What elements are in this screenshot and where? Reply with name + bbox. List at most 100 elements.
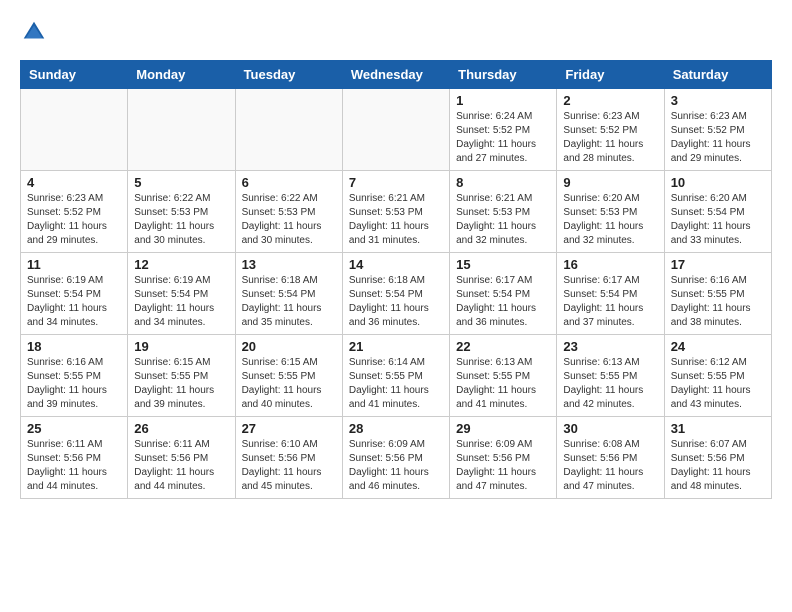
cell-info: Sunrise: 6:09 AM Sunset: 5:56 PM Dayligh… bbox=[456, 438, 550, 494]
calendar-cell: 12 Sunrise: 6:19 AM Sunset: 5:54 PM Dayli… bbox=[128, 253, 235, 335]
calendar-week-3: 18 Sunrise: 6:16 AM Sunset: 5:55 PM Dayli… bbox=[21, 335, 772, 417]
cell-info: Sunrise: 6:16 AM Sunset: 5:55 PM Dayligh… bbox=[27, 356, 121, 412]
calendar: SundayMondayTuesdayWednesdayThursdayFrid… bbox=[20, 60, 772, 499]
cell-info: Sunrise: 6:23 AM Sunset: 5:52 PM Dayligh… bbox=[671, 110, 765, 166]
day-number: 8 bbox=[456, 175, 550, 190]
cell-info: Sunrise: 6:20 AM Sunset: 5:53 PM Dayligh… bbox=[563, 192, 657, 248]
cell-info: Sunrise: 6:17 AM Sunset: 5:54 PM Dayligh… bbox=[456, 274, 550, 330]
calendar-body: 1Sunrise: 6:24 AM Sunset: 5:52 PM Daylig… bbox=[21, 89, 772, 499]
calendar-cell: 30 Sunrise: 6:08 AM Sunset: 5:56 PM Dayli… bbox=[557, 417, 664, 499]
calendar-cell: 17 Sunrise: 6:16 AM Sunset: 5:55 PM Dayli… bbox=[664, 253, 771, 335]
calendar-cell: 16 Sunrise: 6:17 AM Sunset: 5:54 PM Dayli… bbox=[557, 253, 664, 335]
cell-info: Sunrise: 6:20 AM Sunset: 5:54 PM Dayligh… bbox=[671, 192, 765, 248]
calendar-cell: 9 Sunrise: 6:20 AM Sunset: 5:53 PM Daylig… bbox=[557, 171, 664, 253]
day-number: 29 bbox=[456, 421, 550, 436]
calendar-cell: 18 Sunrise: 6:16 AM Sunset: 5:55 PM Dayli… bbox=[21, 335, 128, 417]
day-number: 20 bbox=[242, 339, 336, 354]
cell-info: Sunrise: 6:17 AM Sunset: 5:54 PM Dayligh… bbox=[563, 274, 657, 330]
cell-info: Sunrise: 6:13 AM Sunset: 5:55 PM Dayligh… bbox=[456, 356, 550, 412]
cell-info: Sunrise: 6:15 AM Sunset: 5:55 PM Dayligh… bbox=[134, 356, 228, 412]
weekday-header-saturday: Saturday bbox=[664, 61, 771, 89]
day-number: 6 bbox=[242, 175, 336, 190]
day-number: 9 bbox=[563, 175, 657, 190]
day-number: 25 bbox=[27, 421, 121, 436]
cell-info: Sunrise: 6:09 AM Sunset: 5:56 PM Dayligh… bbox=[349, 438, 443, 494]
calendar-cell: 31 Sunrise: 6:07 AM Sunset: 5:56 PM Dayli… bbox=[664, 417, 771, 499]
weekday-header-thursday: Thursday bbox=[450, 61, 557, 89]
cell-info: Sunrise: 6:22 AM Sunset: 5:53 PM Dayligh… bbox=[134, 192, 228, 248]
calendar-cell: 4 Sunrise: 6:23 AM Sunset: 5:52 PM Daylig… bbox=[21, 171, 128, 253]
weekday-header-wednesday: Wednesday bbox=[342, 61, 449, 89]
calendar-week-1: 4 Sunrise: 6:23 AM Sunset: 5:52 PM Daylig… bbox=[21, 171, 772, 253]
calendar-cell: 2 Sunrise: 6:23 AM Sunset: 5:52 PM Daylig… bbox=[557, 89, 664, 171]
cell-info: Sunrise: 6:15 AM Sunset: 5:55 PM Dayligh… bbox=[242, 356, 336, 412]
logo bbox=[20, 18, 52, 46]
calendar-cell: 14 Sunrise: 6:18 AM Sunset: 5:54 PM Dayli… bbox=[342, 253, 449, 335]
calendar-cell: 15 Sunrise: 6:17 AM Sunset: 5:54 PM Dayli… bbox=[450, 253, 557, 335]
day-number: 30 bbox=[563, 421, 657, 436]
day-number: 26 bbox=[134, 421, 228, 436]
day-number: 18 bbox=[27, 339, 121, 354]
day-number: 3 bbox=[671, 93, 765, 108]
day-number: 22 bbox=[456, 339, 550, 354]
calendar-cell: 11 Sunrise: 6:19 AM Sunset: 5:54 PM Dayli… bbox=[21, 253, 128, 335]
cell-info: Sunrise: 6:07 AM Sunset: 5:56 PM Dayligh… bbox=[671, 438, 765, 494]
weekday-row: SundayMondayTuesdayWednesdayThursdayFrid… bbox=[21, 61, 772, 89]
day-number: 17 bbox=[671, 257, 765, 272]
cell-info: Sunrise: 6:19 AM Sunset: 5:54 PM Dayligh… bbox=[134, 274, 228, 330]
cell-info: Sunrise: 6:13 AM Sunset: 5:55 PM Dayligh… bbox=[563, 356, 657, 412]
page: SundayMondayTuesdayWednesdayThursdayFrid… bbox=[0, 0, 792, 509]
calendar-cell: 22 Sunrise: 6:13 AM Sunset: 5:55 PM Dayli… bbox=[450, 335, 557, 417]
calendar-cell: 24Sunrise: 6:12 AM Sunset: 5:55 PM Dayli… bbox=[664, 335, 771, 417]
weekday-header-monday: Monday bbox=[128, 61, 235, 89]
calendar-cell bbox=[128, 89, 235, 171]
calendar-cell: 26 Sunrise: 6:11 AM Sunset: 5:56 PM Dayli… bbox=[128, 417, 235, 499]
header bbox=[20, 18, 772, 46]
cell-info: Sunrise: 6:21 AM Sunset: 5:53 PM Dayligh… bbox=[456, 192, 550, 248]
calendar-header: SundayMondayTuesdayWednesdayThursdayFrid… bbox=[21, 61, 772, 89]
calendar-cell: 1Sunrise: 6:24 AM Sunset: 5:52 PM Daylig… bbox=[450, 89, 557, 171]
cell-info: Sunrise: 6:16 AM Sunset: 5:55 PM Dayligh… bbox=[671, 274, 765, 330]
day-number: 2 bbox=[563, 93, 657, 108]
weekday-header-tuesday: Tuesday bbox=[235, 61, 342, 89]
day-number: 11 bbox=[27, 257, 121, 272]
calendar-cell: 3 Sunrise: 6:23 AM Sunset: 5:52 PM Daylig… bbox=[664, 89, 771, 171]
day-number: 14 bbox=[349, 257, 443, 272]
day-number: 12 bbox=[134, 257, 228, 272]
day-number: 15 bbox=[456, 257, 550, 272]
calendar-cell: 28Sunrise: 6:09 AM Sunset: 5:56 PM Dayli… bbox=[342, 417, 449, 499]
cell-info: Sunrise: 6:11 AM Sunset: 5:56 PM Dayligh… bbox=[134, 438, 228, 494]
cell-info: Sunrise: 6:08 AM Sunset: 5:56 PM Dayligh… bbox=[563, 438, 657, 494]
cell-info: Sunrise: 6:22 AM Sunset: 5:53 PM Dayligh… bbox=[242, 192, 336, 248]
calendar-cell: 27Sunrise: 6:10 AM Sunset: 5:56 PM Dayli… bbox=[235, 417, 342, 499]
day-number: 16 bbox=[563, 257, 657, 272]
calendar-cell bbox=[235, 89, 342, 171]
calendar-week-0: 1Sunrise: 6:24 AM Sunset: 5:52 PM Daylig… bbox=[21, 89, 772, 171]
day-number: 4 bbox=[27, 175, 121, 190]
calendar-cell: 25 Sunrise: 6:11 AM Sunset: 5:56 PM Dayli… bbox=[21, 417, 128, 499]
day-number: 27 bbox=[242, 421, 336, 436]
day-number: 21 bbox=[349, 339, 443, 354]
logo-icon bbox=[20, 18, 48, 46]
weekday-header-friday: Friday bbox=[557, 61, 664, 89]
cell-info: Sunrise: 6:11 AM Sunset: 5:56 PM Dayligh… bbox=[27, 438, 121, 494]
cell-info: Sunrise: 6:18 AM Sunset: 5:54 PM Dayligh… bbox=[242, 274, 336, 330]
calendar-week-4: 25 Sunrise: 6:11 AM Sunset: 5:56 PM Dayli… bbox=[21, 417, 772, 499]
cell-info: Sunrise: 6:12 AM Sunset: 5:55 PM Dayligh… bbox=[671, 356, 765, 412]
calendar-cell: 10 Sunrise: 6:20 AM Sunset: 5:54 PM Dayli… bbox=[664, 171, 771, 253]
calendar-cell: 20 Sunrise: 6:15 AM Sunset: 5:55 PM Dayli… bbox=[235, 335, 342, 417]
cell-info: Sunrise: 6:18 AM Sunset: 5:54 PM Dayligh… bbox=[349, 274, 443, 330]
day-number: 7 bbox=[349, 175, 443, 190]
calendar-cell: 23 Sunrise: 6:13 AM Sunset: 5:55 PM Dayli… bbox=[557, 335, 664, 417]
calendar-cell: 5 Sunrise: 6:22 AM Sunset: 5:53 PM Daylig… bbox=[128, 171, 235, 253]
day-number: 10 bbox=[671, 175, 765, 190]
day-number: 31 bbox=[671, 421, 765, 436]
day-number: 23 bbox=[563, 339, 657, 354]
calendar-cell: 29 Sunrise: 6:09 AM Sunset: 5:56 PM Dayli… bbox=[450, 417, 557, 499]
cell-info: Sunrise: 6:19 AM Sunset: 5:54 PM Dayligh… bbox=[27, 274, 121, 330]
calendar-cell: 8 Sunrise: 6:21 AM Sunset: 5:53 PM Daylig… bbox=[450, 171, 557, 253]
calendar-cell: 21Sunrise: 6:14 AM Sunset: 5:55 PM Dayli… bbox=[342, 335, 449, 417]
cell-info: Sunrise: 6:23 AM Sunset: 5:52 PM Dayligh… bbox=[27, 192, 121, 248]
cell-info: Sunrise: 6:23 AM Sunset: 5:52 PM Dayligh… bbox=[563, 110, 657, 166]
day-number: 5 bbox=[134, 175, 228, 190]
